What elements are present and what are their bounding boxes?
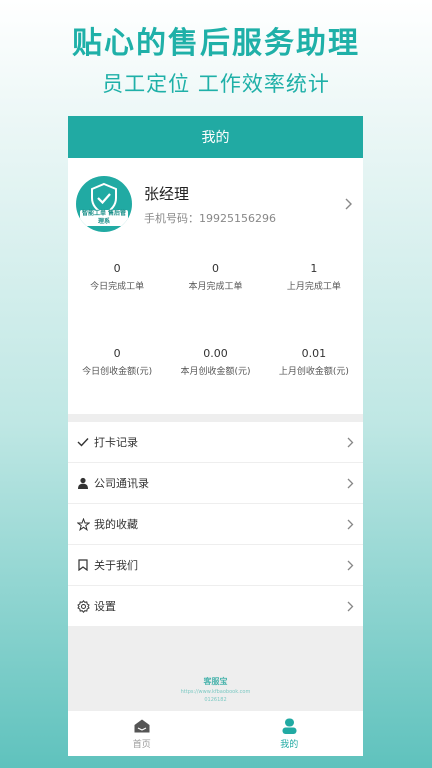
chevron-right-icon bbox=[345, 518, 355, 530]
menu-item-label: 公司通讯录 bbox=[94, 477, 149, 490]
settings-icon bbox=[76, 599, 90, 613]
stat-label: 本月完成工单 bbox=[188, 282, 243, 292]
stat-month-revenue: 0.00 本月创收金额(元) bbox=[166, 347, 264, 414]
promo-subtitle: 员工定位 工作效率统计 bbox=[102, 72, 330, 96]
stat-label: 本月创收金额(元) bbox=[180, 367, 251, 377]
stat-label: 上月完成工单 bbox=[286, 282, 341, 292]
stat-month-orders: 0 本月完成工单 bbox=[166, 262, 264, 329]
profile-name: 张经理 bbox=[144, 184, 190, 203]
menu-item-label: 我的收藏 bbox=[94, 518, 138, 531]
promo-title: 贴心的售后服务助理 bbox=[72, 26, 360, 61]
stat-value: 0 bbox=[211, 262, 219, 275]
menu-item-my-favorites[interactable]: 我的收藏 bbox=[68, 504, 363, 545]
chevron-right-icon bbox=[343, 198, 355, 210]
chevron-right-icon bbox=[345, 559, 355, 571]
menu-item-settings[interactable]: 设置 bbox=[68, 586, 363, 627]
person-icon bbox=[76, 476, 90, 490]
menu-list: 打卡记录 公司通讯录 我的收藏 关于我们 设置 bbox=[68, 422, 363, 627]
menu-item-company-contacts[interactable]: 公司通讯录 bbox=[68, 463, 363, 504]
stat-last-month-revenue: 0.01 上月创收金额(元) bbox=[265, 347, 363, 414]
menu-item-label: 关于我们 bbox=[94, 559, 138, 572]
stat-value: 0.00 bbox=[203, 347, 228, 360]
watermark-logo: 客服宝 bbox=[203, 677, 228, 686]
menu-item-checkin-records[interactable]: 打卡记录 bbox=[68, 422, 363, 463]
page-title: 我的 bbox=[201, 130, 230, 146]
stat-label: 今日创收金额(元) bbox=[82, 367, 153, 377]
stat-last-month-orders: 1 上月完成工单 bbox=[265, 262, 363, 329]
tab-label: 首页 bbox=[132, 739, 151, 750]
phone-screen: 我的 智能工单 售后管理系 张经理 手机号码：19925156296 0 今日完… bbox=[68, 116, 363, 756]
chevron-right-icon bbox=[345, 600, 355, 612]
home-icon bbox=[134, 718, 150, 734]
bottom-tab-bar: 首页 我的 bbox=[68, 710, 363, 756]
stat-label: 上月创收金额(元) bbox=[278, 367, 349, 377]
stat-label: 今日完成工单 bbox=[90, 282, 145, 292]
chevron-right-icon bbox=[345, 436, 355, 448]
menu-item-label: 打卡记录 bbox=[94, 436, 138, 449]
tab-label: 我的 bbox=[280, 739, 299, 750]
top-bar: 我的 bbox=[68, 116, 363, 158]
user-icon bbox=[281, 718, 297, 734]
stat-value: 0 bbox=[113, 347, 121, 360]
stat-today-orders: 0 今日完成工单 bbox=[68, 262, 166, 329]
tab-home[interactable]: 首页 bbox=[68, 711, 216, 756]
stat-value: 1 bbox=[310, 262, 318, 275]
avatar: 智能工单 售后管理系 bbox=[76, 176, 132, 232]
tab-mine[interactable]: 我的 bbox=[216, 711, 364, 756]
star-icon bbox=[76, 517, 90, 531]
stat-value: 0 bbox=[113, 262, 121, 275]
stats-grid: 0 今日完成工单 0 本月完成工单 1 上月完成工单 0 今日创收金额(元) 0… bbox=[68, 250, 363, 414]
avatar-text: 智能工单 售后管理系 bbox=[80, 210, 128, 226]
check-icon bbox=[76, 435, 90, 449]
section-divider bbox=[68, 414, 363, 422]
stat-today-revenue: 0 今日创收金额(元) bbox=[68, 347, 166, 414]
bookmark-icon bbox=[76, 558, 90, 572]
watermark-url: https://www.kfbaobook.com bbox=[180, 689, 251, 695]
watermark-code: 0126182 bbox=[204, 697, 227, 703]
profile-card[interactable]: 智能工单 售后管理系 张经理 手机号码：19925156296 bbox=[68, 158, 363, 250]
menu-item-label: 设置 bbox=[94, 600, 116, 613]
chevron-right-icon bbox=[345, 477, 355, 489]
stat-value: 0.01 bbox=[301, 347, 327, 360]
profile-phone: 手机号码：19925156296 bbox=[144, 211, 276, 225]
menu-item-about-us[interactable]: 关于我们 bbox=[68, 545, 363, 586]
